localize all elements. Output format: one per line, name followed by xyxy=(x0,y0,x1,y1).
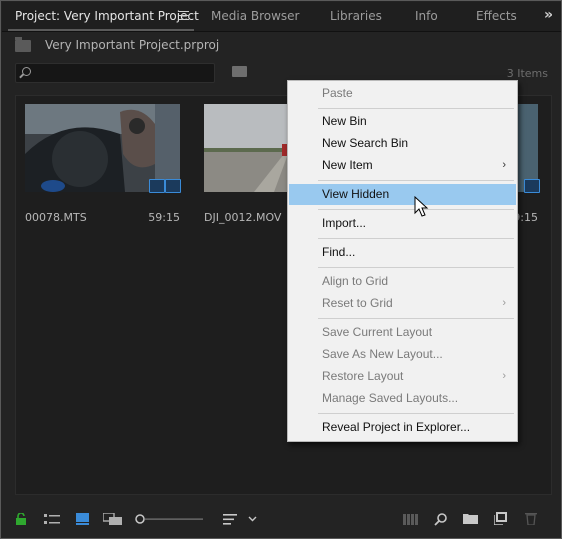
menu-item-label: Save As New Layout... xyxy=(322,347,443,361)
automate-to-sequence-icon[interactable] xyxy=(403,514,419,525)
trash-icon[interactable] xyxy=(525,512,537,525)
icon-view-icon[interactable] xyxy=(76,513,89,525)
menu-item-align-to-grid[interactable]: Align to Grid xyxy=(289,271,516,292)
mouse-cursor-icon xyxy=(414,196,429,217)
panel-tab-bar: Project: Very Important Project Media Br… xyxy=(2,2,561,32)
tab-overflow-icon[interactable]: » xyxy=(544,7,553,23)
video-badge-icon xyxy=(524,179,540,193)
new-search-bin-icon[interactable] xyxy=(232,66,247,77)
menu-separator xyxy=(318,108,514,109)
menu-item-new-item[interactable]: New Item › xyxy=(289,155,516,176)
zoom-slider[interactable] xyxy=(135,514,205,524)
menu-item-save-current-layout[interactable]: Save Current Layout xyxy=(289,322,516,343)
menu-item-import[interactable]: Import... xyxy=(289,213,516,234)
lock-icon[interactable] xyxy=(16,513,26,525)
menu-item-label: Restore Layout xyxy=(322,369,404,383)
active-tab-indicator xyxy=(8,29,194,31)
tab-libraries[interactable]: Libraries xyxy=(330,2,382,31)
new-item-icon[interactable] xyxy=(494,512,507,525)
tab-project[interactable]: Project: Very Important Project xyxy=(15,2,199,31)
menu-item-paste[interactable]: Paste xyxy=(289,83,516,104)
menu-separator xyxy=(318,413,514,414)
menu-item-label: Reveal Project in Explorer... xyxy=(322,420,471,434)
new-bin-icon[interactable] xyxy=(463,513,478,524)
menu-item-new-search-bin[interactable]: New Search Bin xyxy=(289,133,516,154)
menu-item-reveal-project-in-explorer[interactable]: Reveal Project in Explorer... xyxy=(289,417,516,438)
menu-item-label: View Hidden xyxy=(322,187,390,201)
menu-item-manage-saved-layouts[interactable]: Manage Saved Layouts... xyxy=(289,388,516,409)
chevron-down-icon[interactable] xyxy=(248,516,257,522)
menu-item-label: Align to Grid xyxy=(322,274,389,288)
list-view-icon[interactable] xyxy=(44,514,60,525)
menu-item-label: New Bin xyxy=(322,114,367,128)
submenu-arrow-icon: › xyxy=(502,297,506,309)
menu-item-label: Save Current Layout xyxy=(322,325,433,339)
menu-separator xyxy=(318,238,514,239)
project-file-name: Very Important Project.prproj xyxy=(45,38,220,52)
menu-item-label: Manage Saved Layouts... xyxy=(322,391,459,405)
clip-duration: 59:15 xyxy=(148,211,180,224)
menu-item-label: Import... xyxy=(322,216,367,230)
project-panel: Project: Very Important Project Media Br… xyxy=(0,0,562,539)
search-input[interactable] xyxy=(15,63,215,83)
menu-item-view-hidden[interactable]: View Hidden xyxy=(289,184,516,205)
item-count: 3 Items xyxy=(506,67,548,80)
bottom-toolbar xyxy=(2,501,561,538)
submenu-arrow-icon: › xyxy=(502,370,506,382)
sort-icon[interactable] xyxy=(223,514,237,525)
menu-item-label: Find... xyxy=(322,245,356,259)
context-menu: Paste New Bin New Search Bin New Item › V… xyxy=(287,80,518,442)
tab-media-browser[interactable]: Media Browser xyxy=(211,2,299,31)
menu-item-new-bin[interactable]: New Bin xyxy=(289,111,516,132)
menu-separator xyxy=(318,267,514,268)
submenu-arrow-icon: › xyxy=(502,159,506,171)
audio-badge-icon xyxy=(165,179,181,193)
menu-item-label: Paste xyxy=(322,86,353,100)
menu-item-reset-to-grid[interactable]: Reset to Grid › xyxy=(289,293,516,314)
menu-separator xyxy=(318,318,514,319)
menu-item-label: New Search Bin xyxy=(322,136,409,150)
panel-menu-icon[interactable] xyxy=(179,11,189,21)
freeform-view-icon[interactable] xyxy=(103,513,123,525)
menu-item-save-as-new-layout[interactable]: Save As New Layout... xyxy=(289,344,516,365)
parent-bin-icon[interactable] xyxy=(15,37,31,52)
clip-name: DJI_0012.MOV xyxy=(204,211,282,224)
menu-separator xyxy=(318,180,514,181)
video-badge-icon xyxy=(149,179,165,193)
menu-item-find[interactable]: Find... xyxy=(289,242,516,263)
tab-info[interactable]: Info xyxy=(415,2,438,31)
tab-effects[interactable]: Effects xyxy=(476,2,517,31)
search-icon xyxy=(22,67,31,76)
menu-item-label: Reset to Grid xyxy=(322,296,393,310)
find-icon[interactable] xyxy=(434,513,447,526)
clip-name: 00078.MTS xyxy=(25,211,87,224)
menu-item-label: New Item xyxy=(322,158,373,172)
menu-item-restore-layout[interactable]: Restore Layout › xyxy=(289,366,516,387)
